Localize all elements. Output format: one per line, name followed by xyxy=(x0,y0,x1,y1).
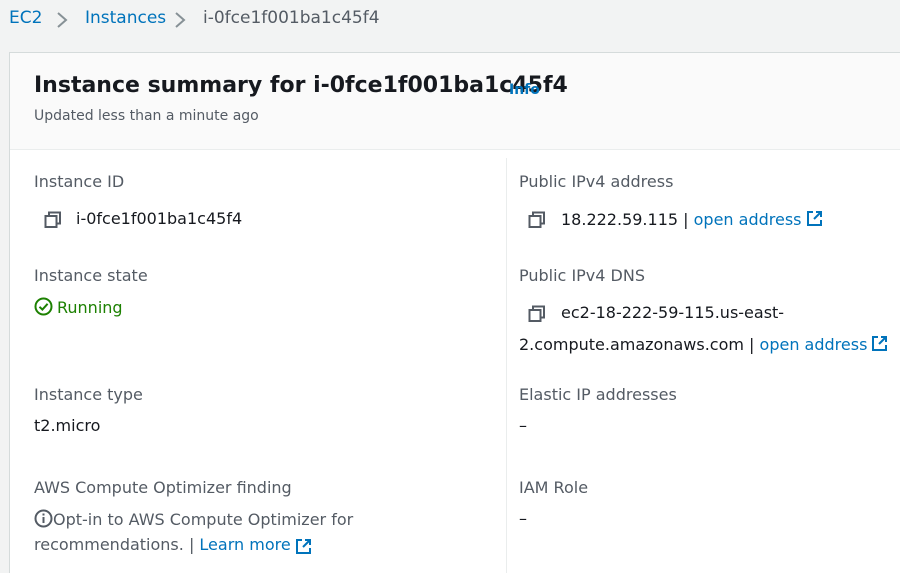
column-divider xyxy=(506,158,507,573)
instance-state-label: Instance state xyxy=(34,266,148,285)
learn-more-link[interactable]: Learn more xyxy=(199,535,311,554)
public-ipv4-separator: | xyxy=(683,210,689,229)
optimizer-finding: Opt-in to AWS Compute Optimizer for reco… xyxy=(34,507,394,557)
external-link-icon xyxy=(806,210,823,227)
elastic-ip-label: Elastic IP addresses xyxy=(519,385,677,404)
external-link-icon xyxy=(295,534,312,554)
copy-icon[interactable] xyxy=(44,211,62,229)
public-dns-value-line1: ec2-18-222-59-115.us-east- xyxy=(561,303,785,322)
external-link-icon xyxy=(871,335,888,352)
optimizer-text-line1: Opt-in to AWS Compute Optimizer for xyxy=(53,510,354,529)
public-dns-label: Public IPv4 DNS xyxy=(519,266,645,285)
instance-state-status: Running xyxy=(34,297,123,317)
public-dns-row: 2.compute.amazonaws.com | open address xyxy=(519,335,888,354)
panel-header: Instance summary for i-0fce1f001ba1c45f4… xyxy=(10,53,900,150)
page-title: Instance summary for i-0fce1f001ba1c45f4 xyxy=(34,73,568,98)
public-ipv4-label: Public IPv4 address xyxy=(519,172,674,191)
instance-id-label: Instance ID xyxy=(34,172,125,191)
instance-state-value: Running xyxy=(57,298,123,317)
copy-icon[interactable] xyxy=(528,211,546,229)
breadcrumb: EC2 Instances i-0fce1f001ba1c45f4 xyxy=(0,0,900,40)
public-ipv4-value: 18.222.59.115 xyxy=(561,210,679,229)
optimizer-separator: | xyxy=(188,535,195,554)
info-link[interactable]: Info xyxy=(509,82,540,98)
optimizer-text-line2: recommendations. xyxy=(34,535,184,554)
breadcrumb-current: i-0fce1f001ba1c45f4 xyxy=(203,8,380,28)
public-ipv4-row: 18.222.59.115 | open address xyxy=(561,210,823,229)
open-address-label: open address xyxy=(693,210,802,229)
instance-type-label: Instance type xyxy=(34,385,143,404)
instance-type-value: t2.micro xyxy=(34,416,101,435)
iam-role-label: IAM Role xyxy=(519,478,589,497)
instance-summary-panel: Instance summary for i-0fce1f001ba1c45f4… xyxy=(9,52,900,573)
public-dns-separator: | xyxy=(749,335,755,354)
open-address-link[interactable]: open address xyxy=(694,210,823,229)
optimizer-label: AWS Compute Optimizer finding xyxy=(34,478,292,497)
public-dns-value-line2: 2.compute.amazonaws.com xyxy=(519,335,744,354)
elastic-ip-value: – xyxy=(519,416,527,435)
check-circle-icon xyxy=(34,297,53,316)
copy-icon[interactable] xyxy=(528,305,546,323)
open-dns-address-label: open address xyxy=(759,335,868,354)
info-circle-icon xyxy=(34,509,53,528)
breadcrumb-instances-link[interactable]: Instances xyxy=(85,8,166,28)
open-dns-address-link[interactable]: open address xyxy=(760,335,889,354)
iam-role-value: – xyxy=(519,509,527,528)
breadcrumb-ec2-link[interactable]: EC2 xyxy=(9,8,42,28)
learn-more-label: Learn more xyxy=(199,535,291,554)
updated-subtitle: Updated less than a minute ago xyxy=(34,108,259,124)
chevron-right-icon xyxy=(55,12,69,28)
instance-id-value: i-0fce1f001ba1c45f4 xyxy=(76,209,243,228)
chevron-right-icon xyxy=(173,12,187,28)
